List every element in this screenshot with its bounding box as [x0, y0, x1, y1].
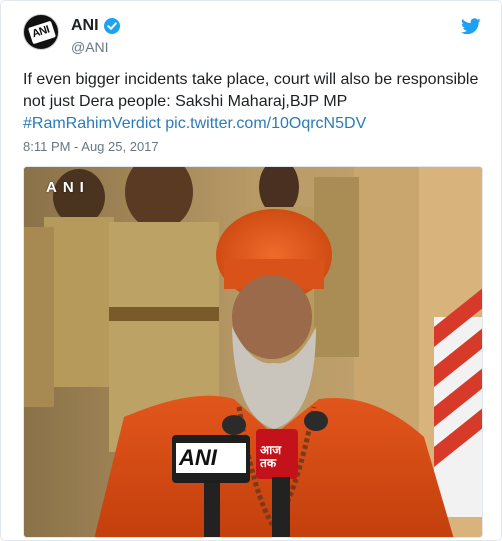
- media-link[interactable]: pic.twitter.com/10OqrcN5DV: [165, 115, 366, 132]
- tweet-text: If even bigger incidents take place, cou…: [23, 69, 488, 135]
- media-scene: [24, 167, 482, 537]
- tweet-timestamp[interactable]: 8:11 PM - Aug 25, 2017: [23, 138, 159, 156]
- hashtag-link[interactable]: #RamRahimVerdict: [23, 115, 161, 132]
- author-name[interactable]: ANI: [71, 16, 120, 36]
- mic-right-label: आज तक: [260, 443, 282, 470]
- twitter-bird-icon[interactable]: [461, 18, 481, 40]
- channel-watermark: ANI: [46, 179, 90, 196]
- author-avatar[interactable]: ANI: [23, 14, 59, 50]
- tweet-card: ANI ANI @ANI If even bigger incidents ta…: [0, 0, 502, 541]
- mic-left-label: ANI: [179, 445, 217, 470]
- author-handle[interactable]: @ANI: [71, 38, 109, 56]
- verified-badge-icon: [103, 18, 120, 34]
- tweet-media-image[interactable]: ANI ANI आज तक: [23, 166, 483, 538]
- author-name-text[interactable]: ANI: [71, 16, 99, 36]
- tweet-header: ANI ANI @ANI: [23, 14, 483, 58]
- tweet-body-text: If even bigger incidents take place, cou…: [23, 71, 479, 110]
